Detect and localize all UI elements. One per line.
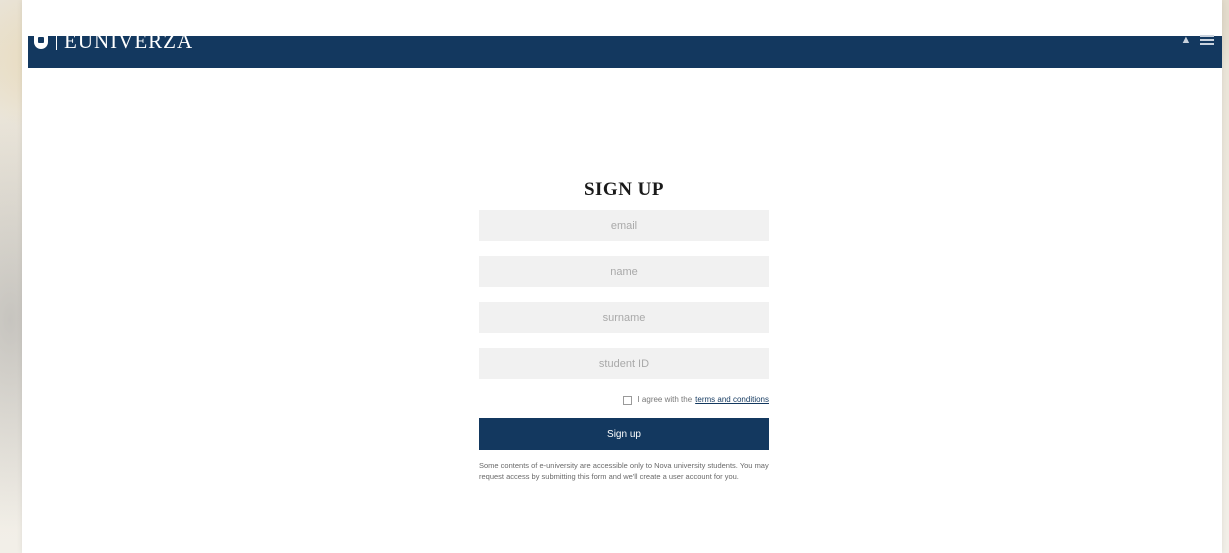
logo-divider — [56, 32, 57, 50]
email-field[interactable] — [479, 210, 769, 241]
graduation-cap-icon[interactable]: ▲ — [1180, 34, 1192, 46]
shield-logo-icon — [34, 33, 48, 49]
terms-checkbox[interactable] — [623, 395, 633, 405]
hamburger-menu-icon[interactable] — [1200, 35, 1214, 45]
signup-form: SIGN UP I agree with the terms and condi… — [479, 176, 769, 482]
agree-text: I agree with the — [637, 395, 693, 404]
terms-link[interactable]: terms and conditions — [695, 394, 769, 406]
signup-button[interactable]: Sign up — [479, 418, 769, 450]
surname-field[interactable] — [479, 302, 769, 333]
access-note: Some contents of e-university are access… — [479, 461, 769, 481]
logo[interactable]: EUNIVERZA — [34, 30, 193, 52]
terms-agreement: I agree with the terms and conditions — [479, 394, 769, 406]
top-navbar: EUNIVERZA ▲ — [28, 30, 1222, 68]
nav-actions: ▲ — [1180, 34, 1214, 46]
name-field[interactable] — [479, 256, 769, 287]
signup-title: SIGN UP — [583, 179, 665, 200]
brand-name: EUNIVERZA — [64, 29, 194, 53]
student-id-field[interactable] — [479, 348, 769, 379]
